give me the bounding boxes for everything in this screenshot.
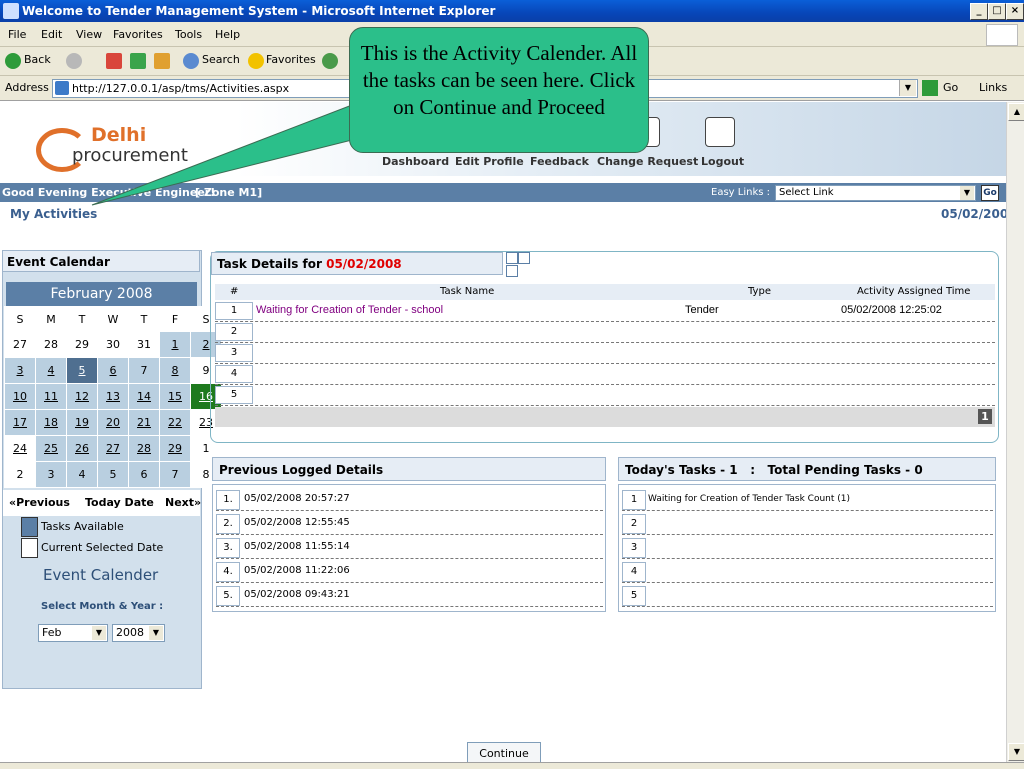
callout-arrow bbox=[91, 104, 353, 206]
callout-text: This is the Activity Calender. All the t… bbox=[360, 41, 638, 119]
callout-bubble: This is the Activity Calender. All the t… bbox=[349, 27, 649, 153]
